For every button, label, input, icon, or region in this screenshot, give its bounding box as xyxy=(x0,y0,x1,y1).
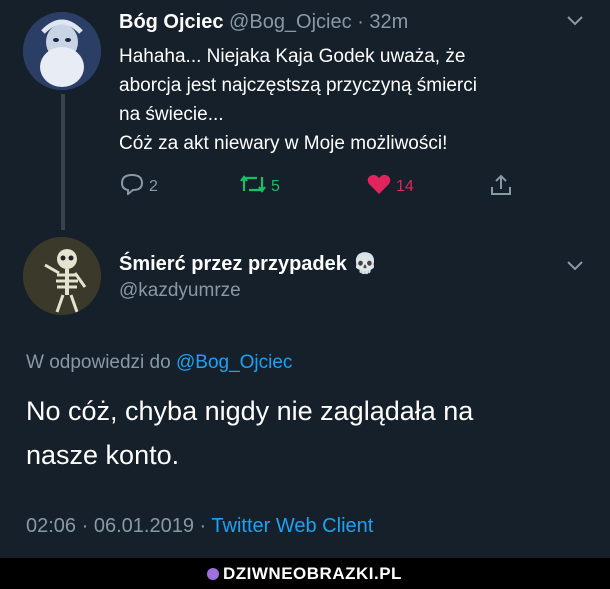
watermark-text: DZIWNEOBRAZKI.PL xyxy=(223,564,402,583)
share-button[interactable] xyxy=(488,173,514,202)
like-count: 14 xyxy=(396,177,414,195)
watermark-bar: DZIWNEOBRAZKI.PL xyxy=(0,558,610,589)
tweet-text: Hahaha... Niejaka Kaja Godek uważa, że a… xyxy=(119,42,579,158)
tweet-text: No cóż, chyba nigdy nie zaglądała na nas… xyxy=(26,389,586,477)
author-handle[interactable]: @kazdyumrze xyxy=(119,280,241,302)
reply-prefix: W odpowiedzi do xyxy=(26,352,171,373)
share-icon xyxy=(488,173,514,202)
watermark: DZIWNEOBRAZKI.PL xyxy=(207,564,402,584)
chevron-down-icon[interactable] xyxy=(567,10,583,31)
separator: · xyxy=(357,11,364,33)
skull-emoji: 💀 xyxy=(352,253,378,275)
avatar-image xyxy=(23,12,101,90)
author-name[interactable]: Śmierć przez przypadek xyxy=(119,253,347,275)
tweet-time[interactable]: 32m xyxy=(369,11,408,33)
like-button[interactable]: 14 xyxy=(366,173,414,200)
tweet-text-line: Cóż za akt niewary w Moje możliwości! xyxy=(119,133,448,154)
avatar-smierc[interactable] xyxy=(23,237,101,315)
chevron-down-icon[interactable] xyxy=(567,255,583,276)
reply-icon xyxy=(119,173,145,200)
tweet-text-line: Hahaha... Niejaka Kaja Godek uważa, że xyxy=(119,46,466,67)
reply-button[interactable]: 2 xyxy=(119,173,158,200)
original-tweet: Bóg Ojciec @Bog_Ojciec · 32m Hahaha... N… xyxy=(0,0,610,230)
separator: · xyxy=(199,515,207,537)
replying-to: W odpowiedzi do @Bog_Ojciec xyxy=(26,352,292,374)
tweet-text-line: nasze konto. xyxy=(26,440,180,470)
thread-line xyxy=(61,94,65,230)
avatar-image xyxy=(23,237,101,315)
watermark-logo-icon xyxy=(207,568,219,580)
tweet-text-line: na świecie... xyxy=(119,104,224,125)
heart-icon xyxy=(366,173,392,200)
retweet-count: 5 xyxy=(271,177,280,195)
tweet-date[interactable]: 06.01.2019 xyxy=(94,515,194,537)
retweet-icon xyxy=(239,173,267,200)
tweet-time[interactable]: 02:06 xyxy=(26,515,76,537)
reply-count: 2 xyxy=(149,177,158,195)
tweet-text-line: No cóż, chyba nigdy nie zaglądała na xyxy=(26,396,474,426)
author-handle[interactable]: @Bog_Ojciec xyxy=(229,11,352,33)
tweet-meta: 02:06 · 06.01.2019 · Twitter Web Client xyxy=(26,515,373,538)
client-link[interactable]: Twitter Web Client xyxy=(211,515,373,537)
avatar-bog-ojciec[interactable] xyxy=(23,12,101,90)
tweet1-header: Bóg Ojciec @Bog_Ojciec · 32m xyxy=(119,11,408,34)
retweet-button[interactable]: 5 xyxy=(239,173,280,200)
tweet-text-line: aborcja jest najczęstszą przyczyną śmier… xyxy=(119,75,477,96)
tweet2-author: Śmierć przez przypadek 💀 xyxy=(119,251,377,276)
separator: · xyxy=(81,515,89,537)
reply-mention-link[interactable]: @Bog_Ojciec xyxy=(176,352,292,373)
author-name[interactable]: Bóg Ojciec xyxy=(119,11,223,33)
